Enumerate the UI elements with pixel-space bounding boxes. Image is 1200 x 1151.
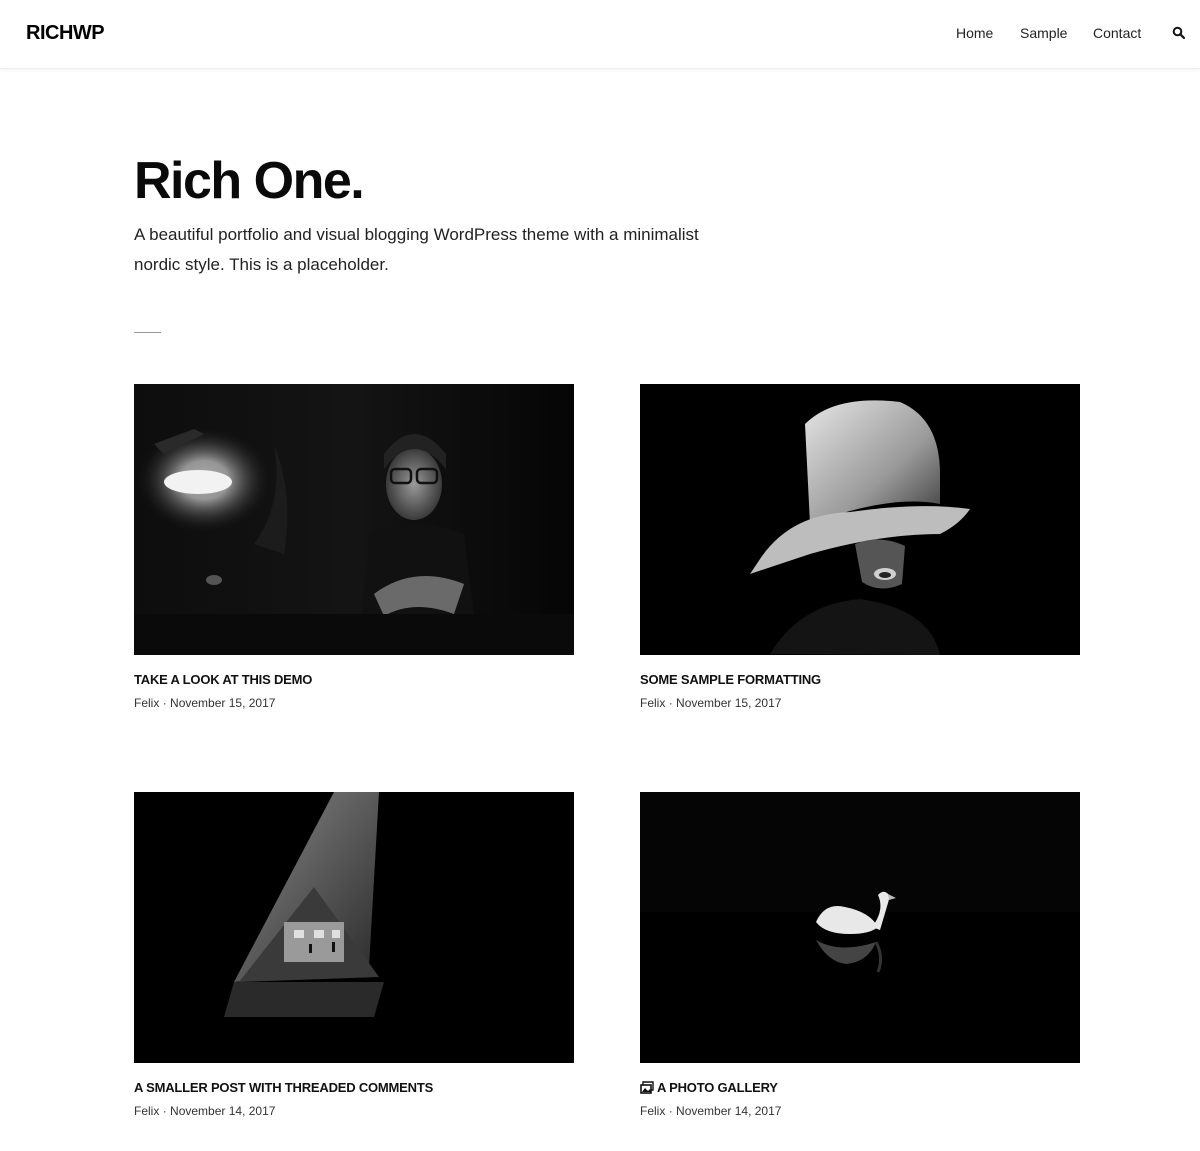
post-date[interactable]: November 15, 2017 — [676, 696, 781, 710]
figure-in-bucket-hat-photo — [640, 384, 1080, 655]
search-icon[interactable] — [1172, 26, 1186, 40]
nav-contact[interactable]: Contact — [1093, 25, 1141, 41]
post-date[interactable]: November 14, 2017 — [676, 1104, 781, 1118]
post-author[interactable]: Felix — [134, 696, 159, 710]
meta-separator: · — [668, 1104, 673, 1118]
post-title[interactable]: SOME SAMPLE FORMATTING — [640, 672, 821, 687]
meta-separator: · — [668, 696, 673, 710]
post-author[interactable]: Felix — [134, 1104, 159, 1118]
post-meta: Felix · November 14, 2017 — [640, 1104, 1080, 1118]
post-card: A PHOTO GALLERY Felix · November 14, 201… — [640, 792, 1080, 1118]
post-date[interactable]: November 15, 2017 — [170, 696, 275, 710]
post-date[interactable]: November 14, 2017 — [170, 1104, 275, 1118]
post-card: A SMALLER POST WITH THREADED COMMENTS Fe… — [134, 792, 574, 1118]
hero: Rich One. A beautiful portfolio and visu… — [134, 150, 754, 280]
meta-separator: · — [162, 1104, 167, 1118]
post-title[interactable]: TAKE A LOOK AT THIS DEMO — [134, 672, 312, 687]
site-logo[interactable]: RICHWP — [26, 22, 105, 45]
divider — [134, 332, 161, 333]
site-header: RICHWP Home Sample Contact — [0, 0, 1200, 69]
woman-with-glasses-at-lamp-photo — [134, 384, 574, 655]
swan-on-dark-water-photo — [640, 792, 1080, 1063]
post-author[interactable]: Felix — [640, 1104, 665, 1118]
page-description: A beautiful portfolio and visual bloggin… — [134, 225, 699, 274]
post-card: TAKE A LOOK AT THIS DEMO Felix · Novembe… — [134, 384, 574, 710]
meta-separator: · — [162, 696, 167, 710]
gallery-icon — [640, 1081, 654, 1097]
post-thumbnail[interactable] — [640, 792, 1080, 1063]
post-thumbnail[interactable] — [640, 384, 1080, 655]
nav-home[interactable]: Home — [956, 25, 993, 41]
post-card: SOME SAMPLE FORMATTING Felix · November … — [640, 384, 1080, 710]
triangle-architecture-photo — [134, 792, 574, 1063]
post-meta: Felix · November 15, 2017 — [134, 696, 574, 710]
post-author[interactable]: Felix — [640, 696, 665, 710]
post-title-text: A PHOTO GALLERY — [657, 1080, 778, 1095]
post-thumbnail[interactable] — [134, 792, 574, 1063]
post-title[interactable]: A PHOTO GALLERY — [640, 1080, 778, 1097]
nav-sample[interactable]: Sample — [1020, 25, 1067, 41]
post-meta: Felix · November 15, 2017 — [640, 696, 1080, 710]
post-meta: Felix · November 14, 2017 — [134, 1104, 574, 1118]
page-title: Rich One. — [134, 152, 365, 210]
post-title[interactable]: A SMALLER POST WITH THREADED COMMENTS — [134, 1080, 433, 1095]
post-thumbnail[interactable] — [134, 384, 574, 655]
